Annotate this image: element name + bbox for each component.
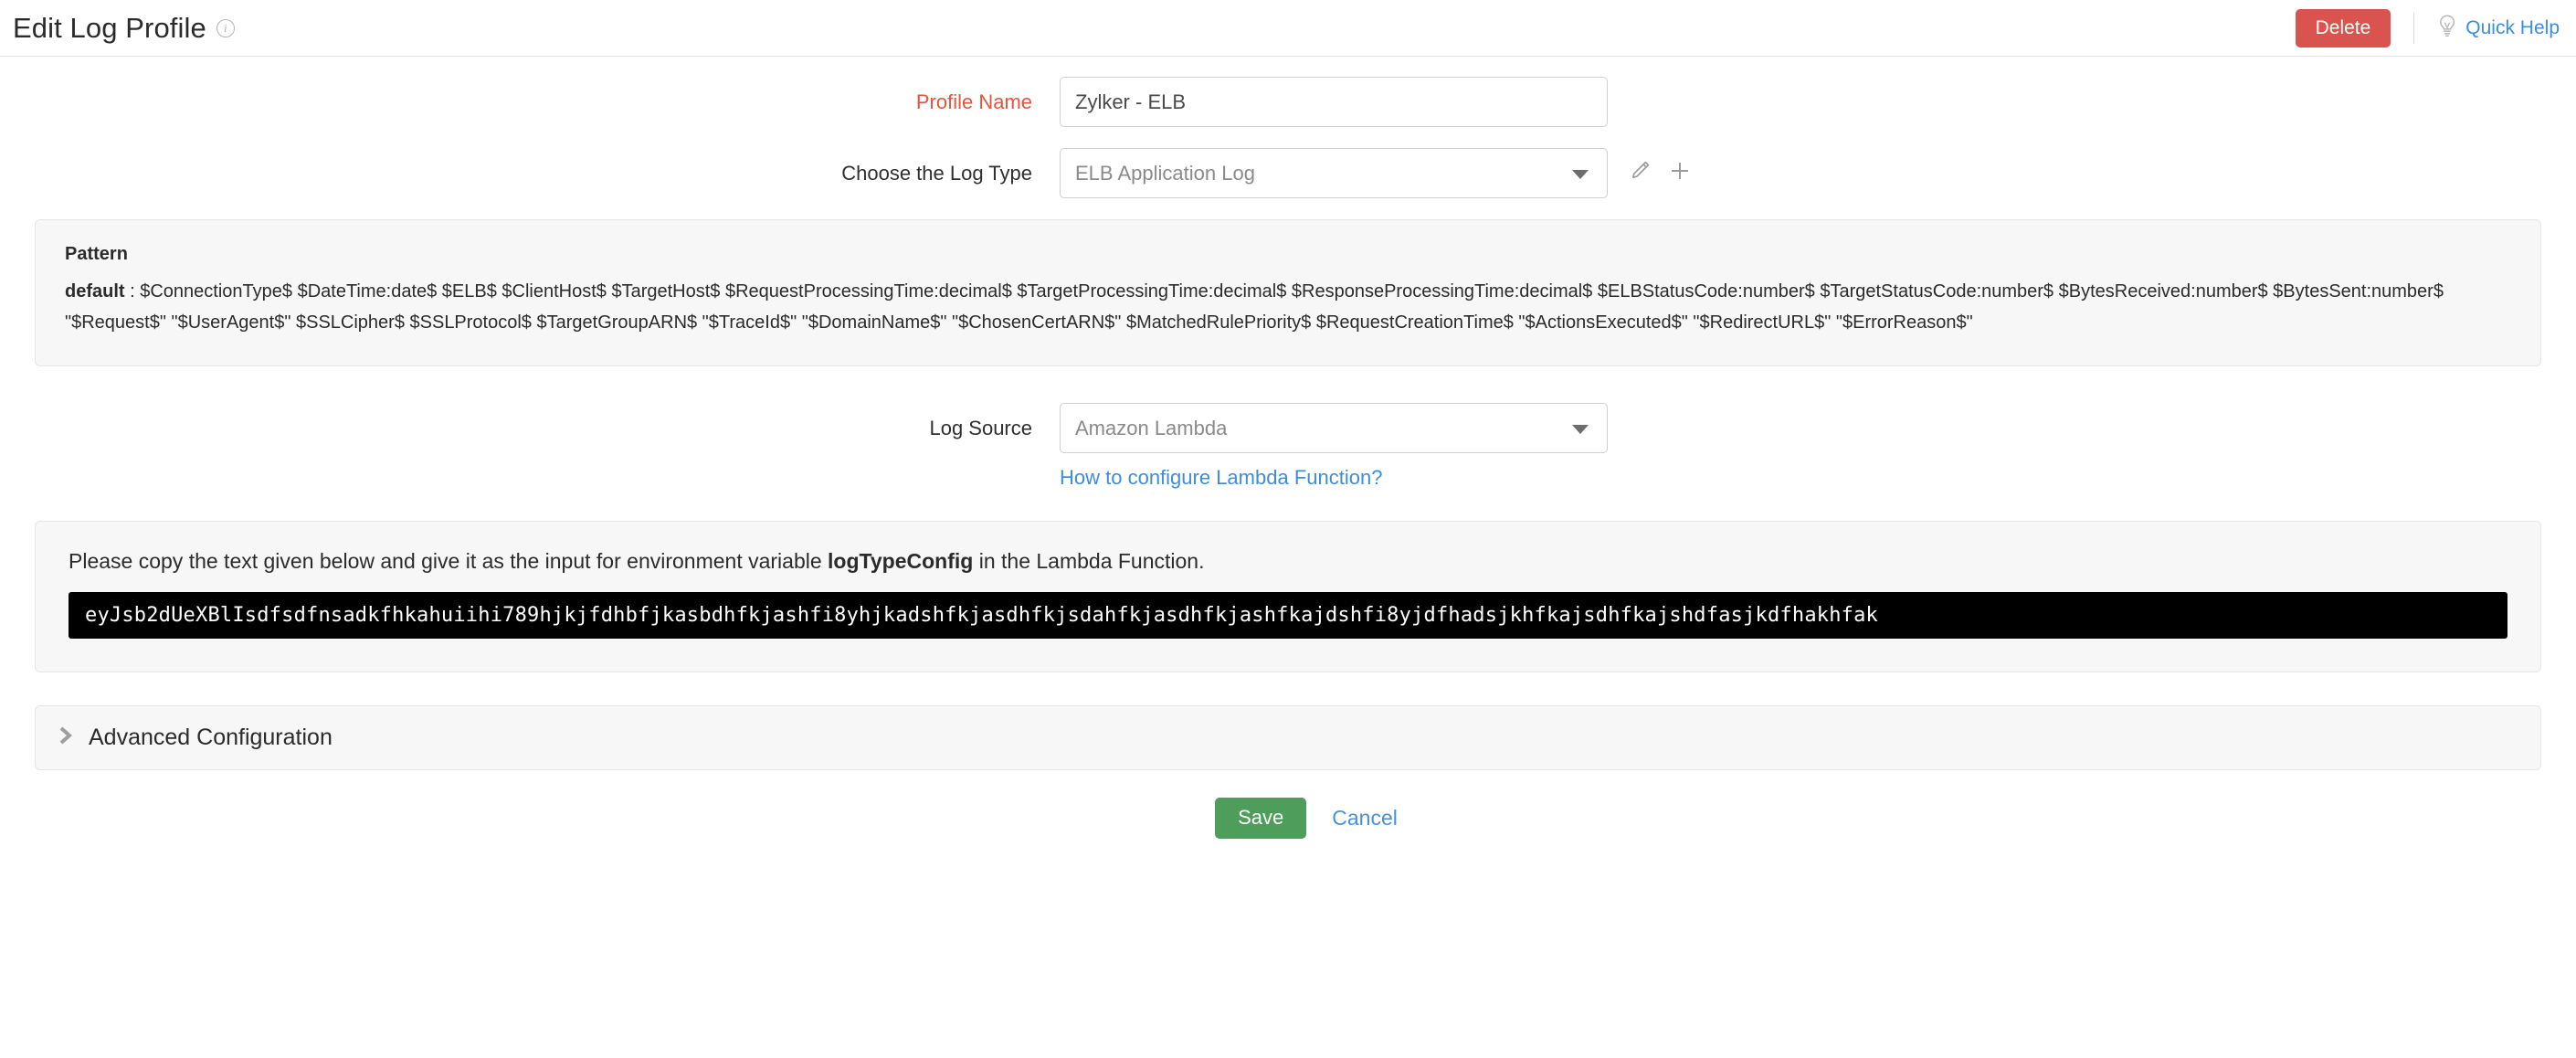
form-area: Profile Name Choose the Log Type ELB App…: [0, 57, 2576, 199]
log-source-selected-value: Amazon Lambda: [1075, 416, 1228, 439]
log-source-select[interactable]: Amazon Lambda: [1060, 403, 1608, 453]
advanced-configuration-label: Advanced Configuration: [89, 725, 333, 750]
quick-help-label: Quick Help: [2465, 17, 2560, 38]
lambda-config-code[interactable]: eyJsb2dUeXBlIsdfsdfnsadkfhkahuiihi789hjk…: [69, 592, 2507, 639]
delete-button[interactable]: Delete: [2295, 9, 2391, 48]
profile-name-row: Profile Name: [0, 77, 2576, 128]
form-footer: Save Cancel: [0, 798, 2576, 839]
pattern-key: default: [65, 281, 125, 302]
save-button[interactable]: Save: [1215, 798, 1307, 839]
lambda-note-prefix: Please copy the text given below and giv…: [69, 549, 829, 573]
chevron-down-icon: [1572, 424, 1589, 434]
lambda-note-suffix: in the Lambda Function.: [973, 549, 1205, 573]
log-type-icon-buttons: [1628, 148, 1692, 198]
page-title: Edit Log Profile: [13, 11, 206, 44]
log-type-label: Choose the Log Type: [841, 162, 1032, 185]
log-type-row: Choose the Log Type ELB Application Log: [0, 148, 2576, 199]
header-divider: [2413, 13, 2415, 44]
log-type-select[interactable]: ELB Application Log: [1060, 148, 1608, 198]
lambda-instruction: Please copy the text given below and giv…: [69, 549, 2507, 574]
chevron-down-icon: [1572, 169, 1589, 179]
lightbulb-icon: [2437, 14, 2457, 43]
profile-name-field-wrap: [1060, 77, 1608, 127]
log-source-label: Log Source: [929, 417, 1032, 439]
advanced-configuration-section[interactable]: Advanced Configuration: [35, 705, 2541, 770]
chevron-right-icon: [58, 725, 74, 751]
quick-help-link[interactable]: Quick Help: [2437, 14, 2560, 43]
log-type-field-wrap: ELB Application Log: [1060, 148, 1608, 198]
lambda-config-panel: Please copy the text given below and giv…: [35, 521, 2541, 672]
log-source-area: Log Source Amazon Lambda How to configur…: [0, 366, 2576, 490]
pattern-body: default : $ConnectionType$ $DateTime:dat…: [65, 276, 2511, 338]
info-icon[interactable]: i: [216, 18, 235, 37]
profile-name-label: Profile Name: [915, 90, 1032, 113]
pattern-separator: :: [124, 281, 141, 302]
lambda-env-variable: logTypeConfig: [828, 549, 974, 573]
plus-icon[interactable]: [1668, 159, 1692, 187]
log-type-selected-value: ELB Application Log: [1075, 161, 1255, 185]
log-source-field-wrap: Amazon Lambda How to configure Lambda Fu…: [1060, 403, 1608, 490]
cancel-button[interactable]: Cancel: [1332, 806, 1398, 831]
configure-lambda-link[interactable]: How to configure Lambda Function?: [1060, 466, 1382, 490]
pattern-panel: Pattern default : $ConnectionType$ $Date…: [35, 219, 2541, 366]
pattern-value: $ConnectionType$ $DateTime:date$ $ELB$ $…: [65, 281, 2444, 333]
page-header: Edit Log Profile i Delete Quick Help: [0, 0, 2576, 57]
pattern-title: Pattern: [65, 244, 128, 264]
profile-name-input[interactable]: [1060, 77, 1608, 127]
header-actions: Delete Quick Help: [2295, 0, 2560, 57]
log-source-row: Log Source Amazon Lambda How to configur…: [0, 403, 2576, 490]
pencil-icon[interactable]: [1628, 159, 1652, 187]
